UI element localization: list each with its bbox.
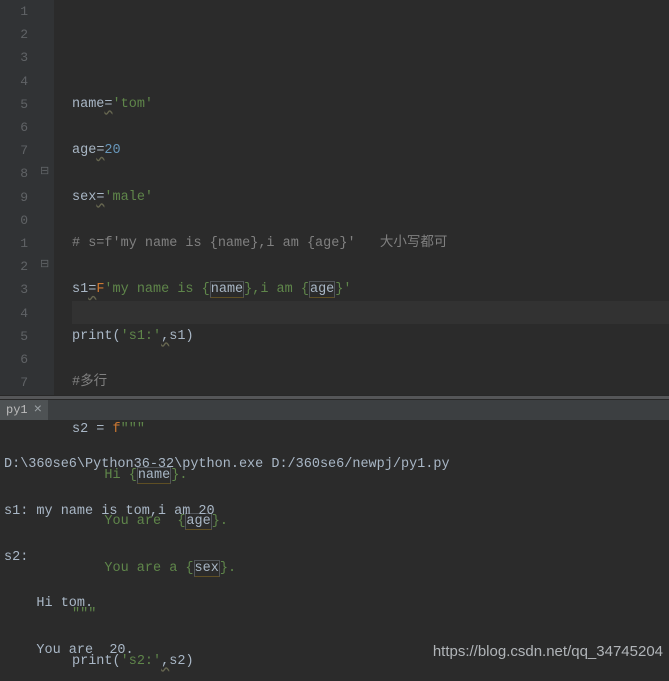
code-text: print('s1:',s1) xyxy=(72,329,194,344)
fold-column: ⊟ ⊟ xyxy=(38,0,54,395)
line-number: 0 xyxy=(0,209,28,232)
code-text: s1=F'my name is {name},i am {age}' xyxy=(72,281,351,298)
line-number: 1 xyxy=(0,0,28,23)
line-number: 4 xyxy=(0,70,28,93)
tab-label: py1 xyxy=(6,403,28,417)
line-number: 9 xyxy=(0,186,28,209)
line-number: 7 xyxy=(0,371,28,394)
fold-minus-icon[interactable]: ⊟ xyxy=(40,164,49,178)
line-number: 2 xyxy=(0,255,28,278)
code-area[interactable]: name='tom' age=20 sex='male' # s=f'my na… xyxy=(72,0,669,395)
code-text: print('s2:',s2) xyxy=(72,654,194,669)
line-gutter: 1 2 3 4 5 6 7 8 9 0 1 2 3 4 5 6 7 xyxy=(0,0,38,395)
code-content: name='tom' age=20 sex='male' # s=f'my na… xyxy=(72,70,669,681)
line-number: 3 xyxy=(0,278,28,301)
line-number: 7 xyxy=(0,139,28,162)
line-number: 3 xyxy=(0,46,28,69)
fold-end-icon[interactable]: ⊟ xyxy=(40,257,49,271)
code-text: #多行 xyxy=(72,375,107,390)
editor-pane: 1 2 3 4 5 6 7 8 9 0 1 2 3 4 5 6 7 ⊟ ⊟ na… xyxy=(0,0,669,395)
code-text: sex='male' xyxy=(72,190,153,205)
line-number: 5 xyxy=(0,93,28,116)
code-text: """ xyxy=(72,607,96,622)
code-text: s2 = f""" xyxy=(72,422,145,437)
line-number: 6 xyxy=(0,116,28,139)
code-text: age=20 xyxy=(72,143,121,158)
editor-margin xyxy=(54,0,72,395)
line-number: 2 xyxy=(0,23,28,46)
code-text: # s=f'my name is {name},i am {age}' 大小写都… xyxy=(72,236,447,251)
line-number: 5 xyxy=(0,325,28,348)
line-number: 4 xyxy=(0,302,28,325)
line-number: 1 xyxy=(0,232,28,255)
code-text: Hi {name}. xyxy=(72,467,187,484)
code-text: You are {age}. xyxy=(72,513,228,530)
code-text: You are a {sex}. xyxy=(72,560,236,577)
console-tab-py1[interactable]: py1 × xyxy=(0,400,48,420)
code-text: name='tom' xyxy=(72,97,153,112)
line-number: 6 xyxy=(0,348,28,371)
close-icon[interactable]: × xyxy=(34,403,42,417)
line-number: 8 xyxy=(0,162,28,185)
